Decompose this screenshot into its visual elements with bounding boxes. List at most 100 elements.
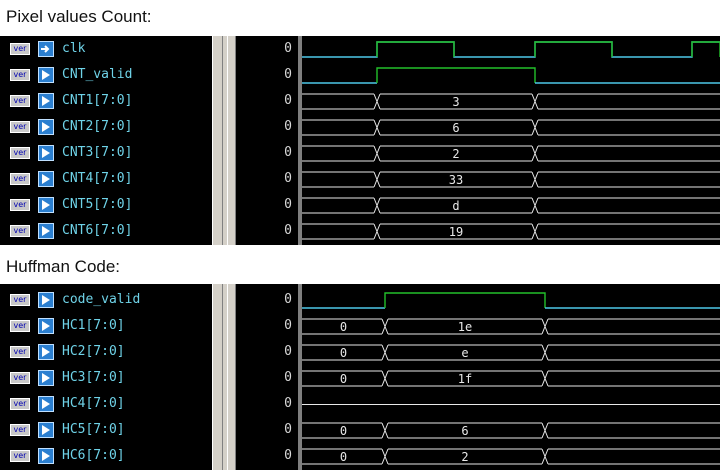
signal-row[interactable]: ver HC3[7:0] bbox=[0, 365, 212, 391]
output-port-icon bbox=[38, 67, 54, 83]
output-port-icon bbox=[38, 422, 54, 438]
output-port-icon bbox=[38, 93, 54, 109]
waveform-cnt270: 6 bbox=[302, 119, 720, 136]
signal-name: HC5[7:0] bbox=[62, 422, 125, 437]
ver-badge-icon: ver bbox=[10, 173, 30, 185]
signal-value: 0 bbox=[284, 67, 292, 82]
ver-badge-icon: ver bbox=[10, 320, 30, 332]
bus-value-label: 19 bbox=[449, 225, 463, 239]
ver-badge-icon: ver bbox=[10, 450, 30, 462]
signal-name: HC2[7:0] bbox=[62, 344, 125, 359]
ver-badge-icon: ver bbox=[10, 372, 30, 384]
waveform-hc370: 0 1f bbox=[302, 370, 720, 387]
signal-row[interactable]: ver CNT3[7:0] bbox=[0, 140, 212, 166]
signal-name: HC1[7:0] bbox=[62, 318, 125, 333]
signal-row[interactable]: ver CNT6[7:0] bbox=[0, 218, 212, 244]
bus-value-label: 2 bbox=[452, 147, 459, 161]
output-port-icon bbox=[38, 292, 54, 308]
signal-name: HC3[7:0] bbox=[62, 370, 125, 385]
bus-value-label: 1e bbox=[458, 320, 472, 334]
output-port-icon bbox=[38, 171, 54, 187]
waveform-hc570: 06 bbox=[302, 422, 720, 439]
waveform-cnt_valid bbox=[302, 67, 720, 84]
signal-name: CNT3[7:0] bbox=[62, 145, 133, 160]
output-port-icon bbox=[38, 396, 54, 412]
waveform-canvas[interactable]: 0 1e0 e0 1f0 60 2 bbox=[302, 284, 720, 470]
bus-value-label: 6 bbox=[461, 424, 468, 438]
output-port-icon bbox=[38, 197, 54, 213]
waveform-cnt170: 3 bbox=[302, 93, 720, 110]
waveform-canvas[interactable]: 3 6 2 33 d 19 bbox=[302, 36, 720, 245]
signal-value: 0 bbox=[284, 223, 292, 238]
waveform-area[interactable]: 0 1e 0 e 0 1f 0 6 0 2 bbox=[302, 284, 720, 470]
signal-value: 0 bbox=[284, 344, 292, 359]
signal-row[interactable]: ver HC2[7:0] bbox=[0, 339, 212, 365]
output-port-icon bbox=[38, 223, 54, 239]
signal-value: 0 bbox=[284, 171, 292, 186]
signal-row[interactable]: ver clk bbox=[0, 36, 212, 62]
signal-row[interactable]: ver CNT4[7:0] bbox=[0, 166, 212, 192]
signal-row[interactable]: ver CNT2[7:0] bbox=[0, 114, 212, 140]
pane-splitter[interactable] bbox=[212, 284, 236, 470]
bus-value-label: 0 bbox=[340, 424, 347, 438]
bus-value-label: 2 bbox=[461, 450, 468, 464]
ver-badge-icon: ver bbox=[10, 346, 30, 358]
bus-value-label: 0 bbox=[340, 450, 347, 464]
bus-value-label: 0 bbox=[340, 346, 347, 360]
bus-value-label: d bbox=[452, 199, 459, 213]
signal-name: CNT1[7:0] bbox=[62, 93, 133, 108]
bus-value-label: e bbox=[461, 346, 468, 360]
ver-badge-icon: ver bbox=[10, 147, 30, 159]
signal-row[interactable]: ver HC6[7:0] bbox=[0, 443, 212, 469]
waveform-cnt370: 2 bbox=[302, 145, 720, 162]
signal-row[interactable]: ver CNT5[7:0] bbox=[0, 192, 212, 218]
ver-badge-icon: ver bbox=[10, 43, 30, 55]
signal-name-column: ver clk ver CNT_valid ver CNT1[7:0] ver CNT2[7:… bbox=[0, 36, 212, 245]
pane-splitter[interactable] bbox=[212, 36, 236, 245]
signal-name: HC4[7:0] bbox=[62, 396, 125, 411]
ver-badge-icon: ver bbox=[10, 294, 30, 306]
signal-name: CNT4[7:0] bbox=[62, 171, 133, 186]
bus-value-label: 6 bbox=[452, 121, 459, 135]
ver-badge-icon: ver bbox=[10, 424, 30, 436]
bus-value-label: 1f bbox=[458, 372, 472, 386]
waveform-code_valid bbox=[302, 292, 720, 309]
section-title-pixel-count: Pixel values Count: bbox=[6, 7, 152, 26]
output-port-icon bbox=[38, 145, 54, 161]
signal-row[interactable]: ver code_valid bbox=[0, 287, 212, 313]
waveform-hc170: 0 1e bbox=[302, 318, 720, 335]
bus-value-label: 0 bbox=[340, 320, 347, 334]
signal-value: 0 bbox=[284, 41, 292, 56]
ver-badge-icon: ver bbox=[10, 95, 30, 107]
signal-name: clk bbox=[62, 41, 86, 56]
waveform-cnt670: 19 bbox=[302, 223, 720, 240]
ver-badge-icon: ver bbox=[10, 398, 30, 410]
output-port-icon bbox=[38, 448, 54, 464]
signal-value: 0 bbox=[284, 396, 292, 411]
signal-row[interactable]: ver CNT1[7:0] bbox=[0, 88, 212, 114]
signal-name: HC6[7:0] bbox=[62, 448, 125, 463]
signal-value: 0 bbox=[284, 370, 292, 385]
waveform-area[interactable]: 3 6 2 33 d 19 bbox=[302, 36, 720, 245]
signal-value: 0 bbox=[284, 318, 292, 333]
output-port-icon bbox=[38, 370, 54, 386]
signal-row[interactable]: ver CNT_valid bbox=[0, 62, 212, 88]
section-title-huffman-code: Huffman Code: bbox=[6, 257, 121, 276]
signal-name: CNT5[7:0] bbox=[62, 197, 133, 212]
bus-value-label: 33 bbox=[449, 173, 463, 187]
waveform-panel-huffman-code: ver code_valid ver HC1[7:0] ver HC2[7:0] ver HC… bbox=[0, 284, 720, 470]
signal-row[interactable]: ver HC1[7:0] bbox=[0, 313, 212, 339]
signal-row[interactable]: ver HC5[7:0] bbox=[0, 417, 212, 443]
bus-value-label: 3 bbox=[452, 95, 459, 109]
signal-value: 0 bbox=[284, 197, 292, 212]
signal-name-column: ver code_valid ver HC1[7:0] ver HC2[7:0] ver HC… bbox=[0, 284, 212, 470]
waveform-cnt470: 33 bbox=[302, 171, 720, 188]
signal-value: 0 bbox=[284, 422, 292, 437]
signal-value: 0 bbox=[284, 93, 292, 108]
waveform-panel-pixel-count: ver clk ver CNT_valid ver CNT1[7:0] ver CNT2[7:… bbox=[0, 36, 720, 245]
output-port-icon bbox=[38, 119, 54, 135]
input-port-icon bbox=[38, 41, 54, 57]
signal-name: code_valid bbox=[62, 292, 141, 307]
signal-row[interactable]: ver HC4[7:0] bbox=[0, 391, 212, 417]
waveform-hc270: 0e bbox=[302, 344, 720, 361]
